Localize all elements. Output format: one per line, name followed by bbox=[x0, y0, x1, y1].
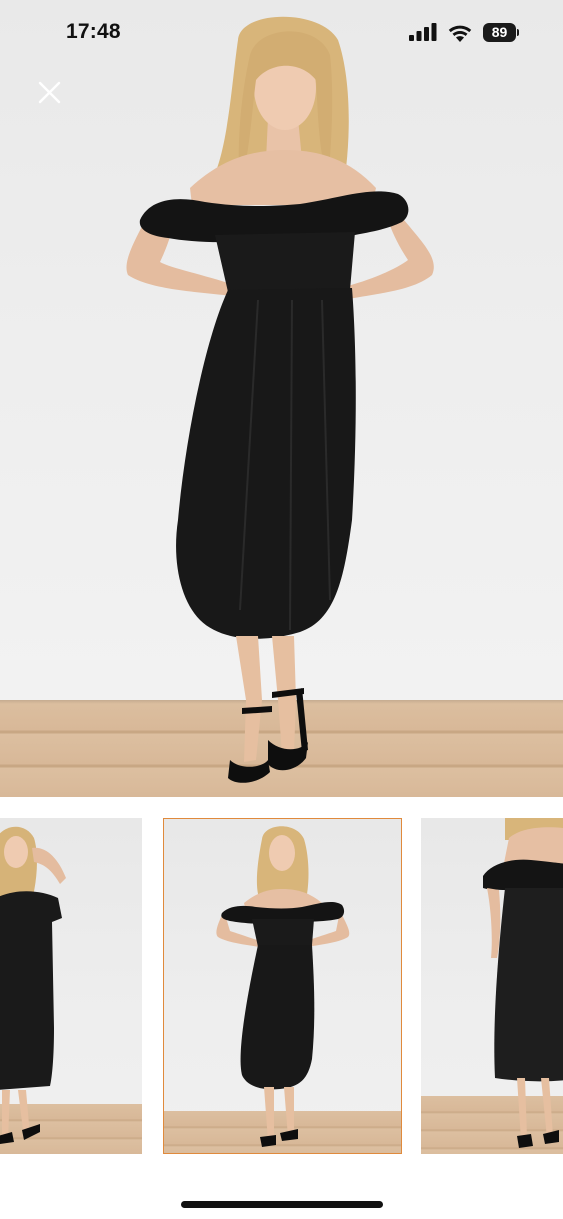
thumbnail-2-figure bbox=[216, 826, 350, 1147]
status-time: 17:48 bbox=[66, 20, 121, 43]
signal-icon bbox=[409, 23, 437, 41]
thumbnail-1-figure bbox=[0, 826, 66, 1144]
product-main-image[interactable] bbox=[0, 0, 563, 797]
battery-level: 89 bbox=[483, 22, 516, 42]
thumbnail-1[interactable] bbox=[0, 818, 142, 1154]
close-icon bbox=[38, 81, 61, 104]
battery-icon: 89 bbox=[483, 22, 519, 42]
home-indicator bbox=[181, 1201, 383, 1208]
status-icons: 89 bbox=[409, 22, 519, 42]
thumbnail-3-figure bbox=[483, 818, 563, 1148]
status-bar: 17:48 89 bbox=[0, 0, 563, 66]
thumbnail-3[interactable] bbox=[421, 818, 563, 1154]
close-button[interactable] bbox=[30, 74, 68, 112]
wifi-icon bbox=[448, 25, 472, 42]
thumbnail-2[interactable] bbox=[163, 818, 402, 1154]
model-figure bbox=[126, 16, 434, 783]
thumbnail-strip bbox=[0, 818, 563, 1156]
